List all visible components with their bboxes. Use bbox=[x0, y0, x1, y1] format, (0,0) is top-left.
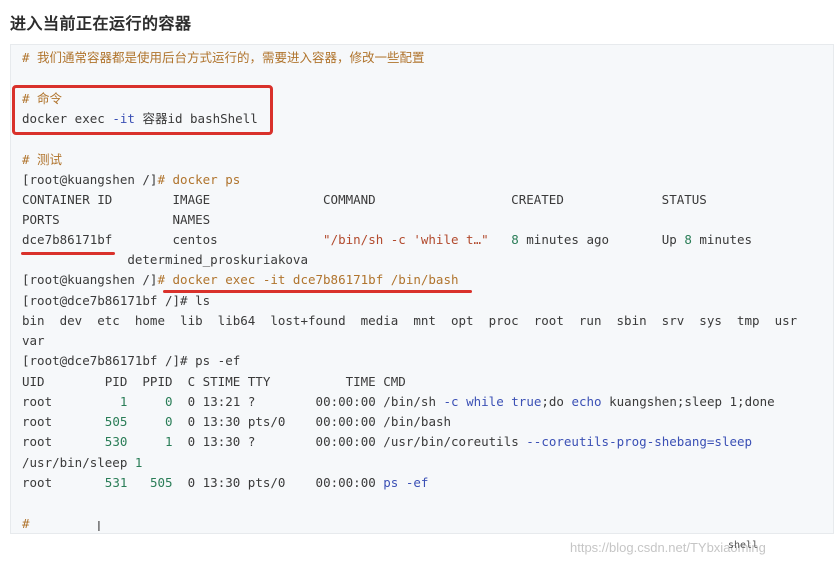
ef-c: 0 bbox=[187, 434, 196, 449]
ps-header: CONTAINER ID IMAGE COMMAND CREATED STATU… bbox=[22, 192, 707, 207]
code-line: # 我们通常容器都是使用后台方式运行的，需要进入容器，修改一些配置 bbox=[22, 48, 425, 68]
code-number: 505 bbox=[104, 414, 128, 429]
code-line: [root@dce7b86171bf /]# ls bbox=[22, 291, 210, 311]
code-line: [root@kuangshen /]# docker exec -it dce7… bbox=[22, 270, 459, 290]
ef-c: 0 bbox=[187, 394, 196, 409]
code-line: CONTAINER ID IMAGE COMMAND CREATED STATU… bbox=[22, 190, 707, 210]
code-number: 505 bbox=[149, 475, 173, 490]
highlight-underline bbox=[21, 252, 115, 255]
code-line: dce7b86171bf centos "/bin/sh -c 'while t… bbox=[22, 230, 752, 250]
shell-command: # ls bbox=[180, 293, 211, 308]
ef-c: 0 bbox=[187, 475, 196, 490]
shell-prompt: [root@kuangshen /] bbox=[22, 272, 158, 287]
shell-prompt: [root@dce7b86171bf /] bbox=[22, 293, 181, 308]
ef-c: 0 bbox=[187, 414, 196, 429]
ef-header: UID PID PPID C STIME TTY TIME CMD bbox=[22, 374, 406, 389]
container-status: minutes bbox=[699, 232, 753, 247]
ef-mid: 13:30 pts/0 00:00:00 /bin/bash bbox=[202, 414, 452, 429]
code-line: # 测试 bbox=[22, 150, 62, 170]
code-number: 0 bbox=[165, 394, 173, 409]
shell-command: # docker ps bbox=[157, 172, 241, 187]
code-number: 1 bbox=[165, 434, 173, 449]
code-line: bin dev etc home lib lib64 lost+found me… bbox=[22, 311, 797, 331]
code-text: ;do bbox=[541, 394, 564, 409]
code-line: # bbox=[22, 514, 30, 534]
code-line: root 531 505 0 13:30 pts/0 00:00:00 ps -… bbox=[22, 473, 428, 493]
ps-header: PORTS NAMES bbox=[22, 212, 211, 227]
ef-user: root bbox=[22, 394, 53, 409]
code-number: 1 bbox=[134, 455, 143, 470]
ef-user: root bbox=[22, 414, 53, 429]
section-heading: 进入当前正在运行的容器 bbox=[10, 14, 192, 33]
code-option: --coreutils-prog-shebang=sleep bbox=[526, 434, 753, 449]
shell-prompt: [root@kuangshen /] bbox=[22, 172, 158, 187]
ls-output: var bbox=[22, 333, 45, 348]
code-comment: # 我们通常容器都是使用后台方式运行的，需要进入容器，修改一些配置 bbox=[22, 50, 425, 65]
container-command: "/bin/sh -c 'while t…" bbox=[323, 232, 489, 247]
language-tag: shell bbox=[728, 540, 759, 551]
ef-mid: 13:30 pts/0 00:00:00 bbox=[202, 475, 376, 490]
code-line: root 1 0 0 13:21 ? 00:00:00 /bin/sh -c w… bbox=[22, 392, 775, 412]
shell-prompt: [root@dce7b86171bf /] bbox=[22, 353, 181, 368]
code-text: kuangshen;sleep 1;done bbox=[609, 394, 775, 409]
code-number: 8 bbox=[511, 232, 519, 247]
code-option: -ef bbox=[405, 475, 429, 490]
container-status: Up bbox=[661, 232, 677, 247]
container-image: centos bbox=[172, 232, 218, 247]
ef-mid: 13:30 ? 00:00:00 /usr/bin/coreutils bbox=[202, 434, 519, 449]
ls-output: bin dev etc home lib lib64 lost+found me… bbox=[22, 313, 798, 328]
code-keyword: ps bbox=[383, 475, 399, 490]
container-created: minutes ago bbox=[526, 232, 610, 247]
code-text: /usr/bin/sleep bbox=[22, 455, 128, 470]
code-number: 0 bbox=[165, 414, 173, 429]
container-name: determined_proskuriakova bbox=[127, 252, 308, 267]
code-line: root 505 0 0 13:30 pts/0 00:00:00 /bin/b… bbox=[22, 412, 451, 432]
ef-mid: 13:21 ? 00:00:00 /bin/sh bbox=[202, 394, 436, 409]
code-line: PORTS NAMES bbox=[22, 210, 210, 230]
code-number: 8 bbox=[684, 232, 692, 247]
code-keyword: echo bbox=[571, 394, 602, 409]
code-line: /usr/bin/sleep 1 bbox=[22, 453, 142, 473]
code-line: root 530 1 0 13:30 ? 00:00:00 /usr/bin/c… bbox=[22, 432, 752, 452]
code-line: UID PID PPID C STIME TTY TIME CMD bbox=[22, 372, 406, 392]
code-keyword: true bbox=[511, 394, 542, 409]
code-keyword: while bbox=[466, 394, 504, 409]
code-line: var bbox=[22, 331, 45, 351]
highlight-underline bbox=[163, 290, 472, 293]
code-comment: # bbox=[22, 516, 30, 531]
shell-command: # docker exec -it dce7b86171bf /bin/bash bbox=[157, 272, 459, 287]
code-number: 1 bbox=[119, 394, 128, 409]
code-comment: # 测试 bbox=[22, 152, 63, 167]
code-line: [root@dce7b86171bf /]# ps -ef bbox=[22, 351, 240, 371]
ef-user: root bbox=[22, 434, 53, 449]
text-cursor-icon: I bbox=[97, 520, 101, 535]
code-option: -c bbox=[443, 394, 459, 409]
code-number: 530 bbox=[104, 434, 128, 449]
code-line: [root@kuangshen /]# docker ps bbox=[22, 170, 240, 190]
ef-user: root bbox=[22, 475, 53, 490]
shell-command: # ps -ef bbox=[180, 353, 241, 368]
highlight-box bbox=[12, 85, 273, 135]
code-number: 531 bbox=[104, 475, 128, 490]
container-id: dce7b86171bf bbox=[22, 232, 113, 247]
